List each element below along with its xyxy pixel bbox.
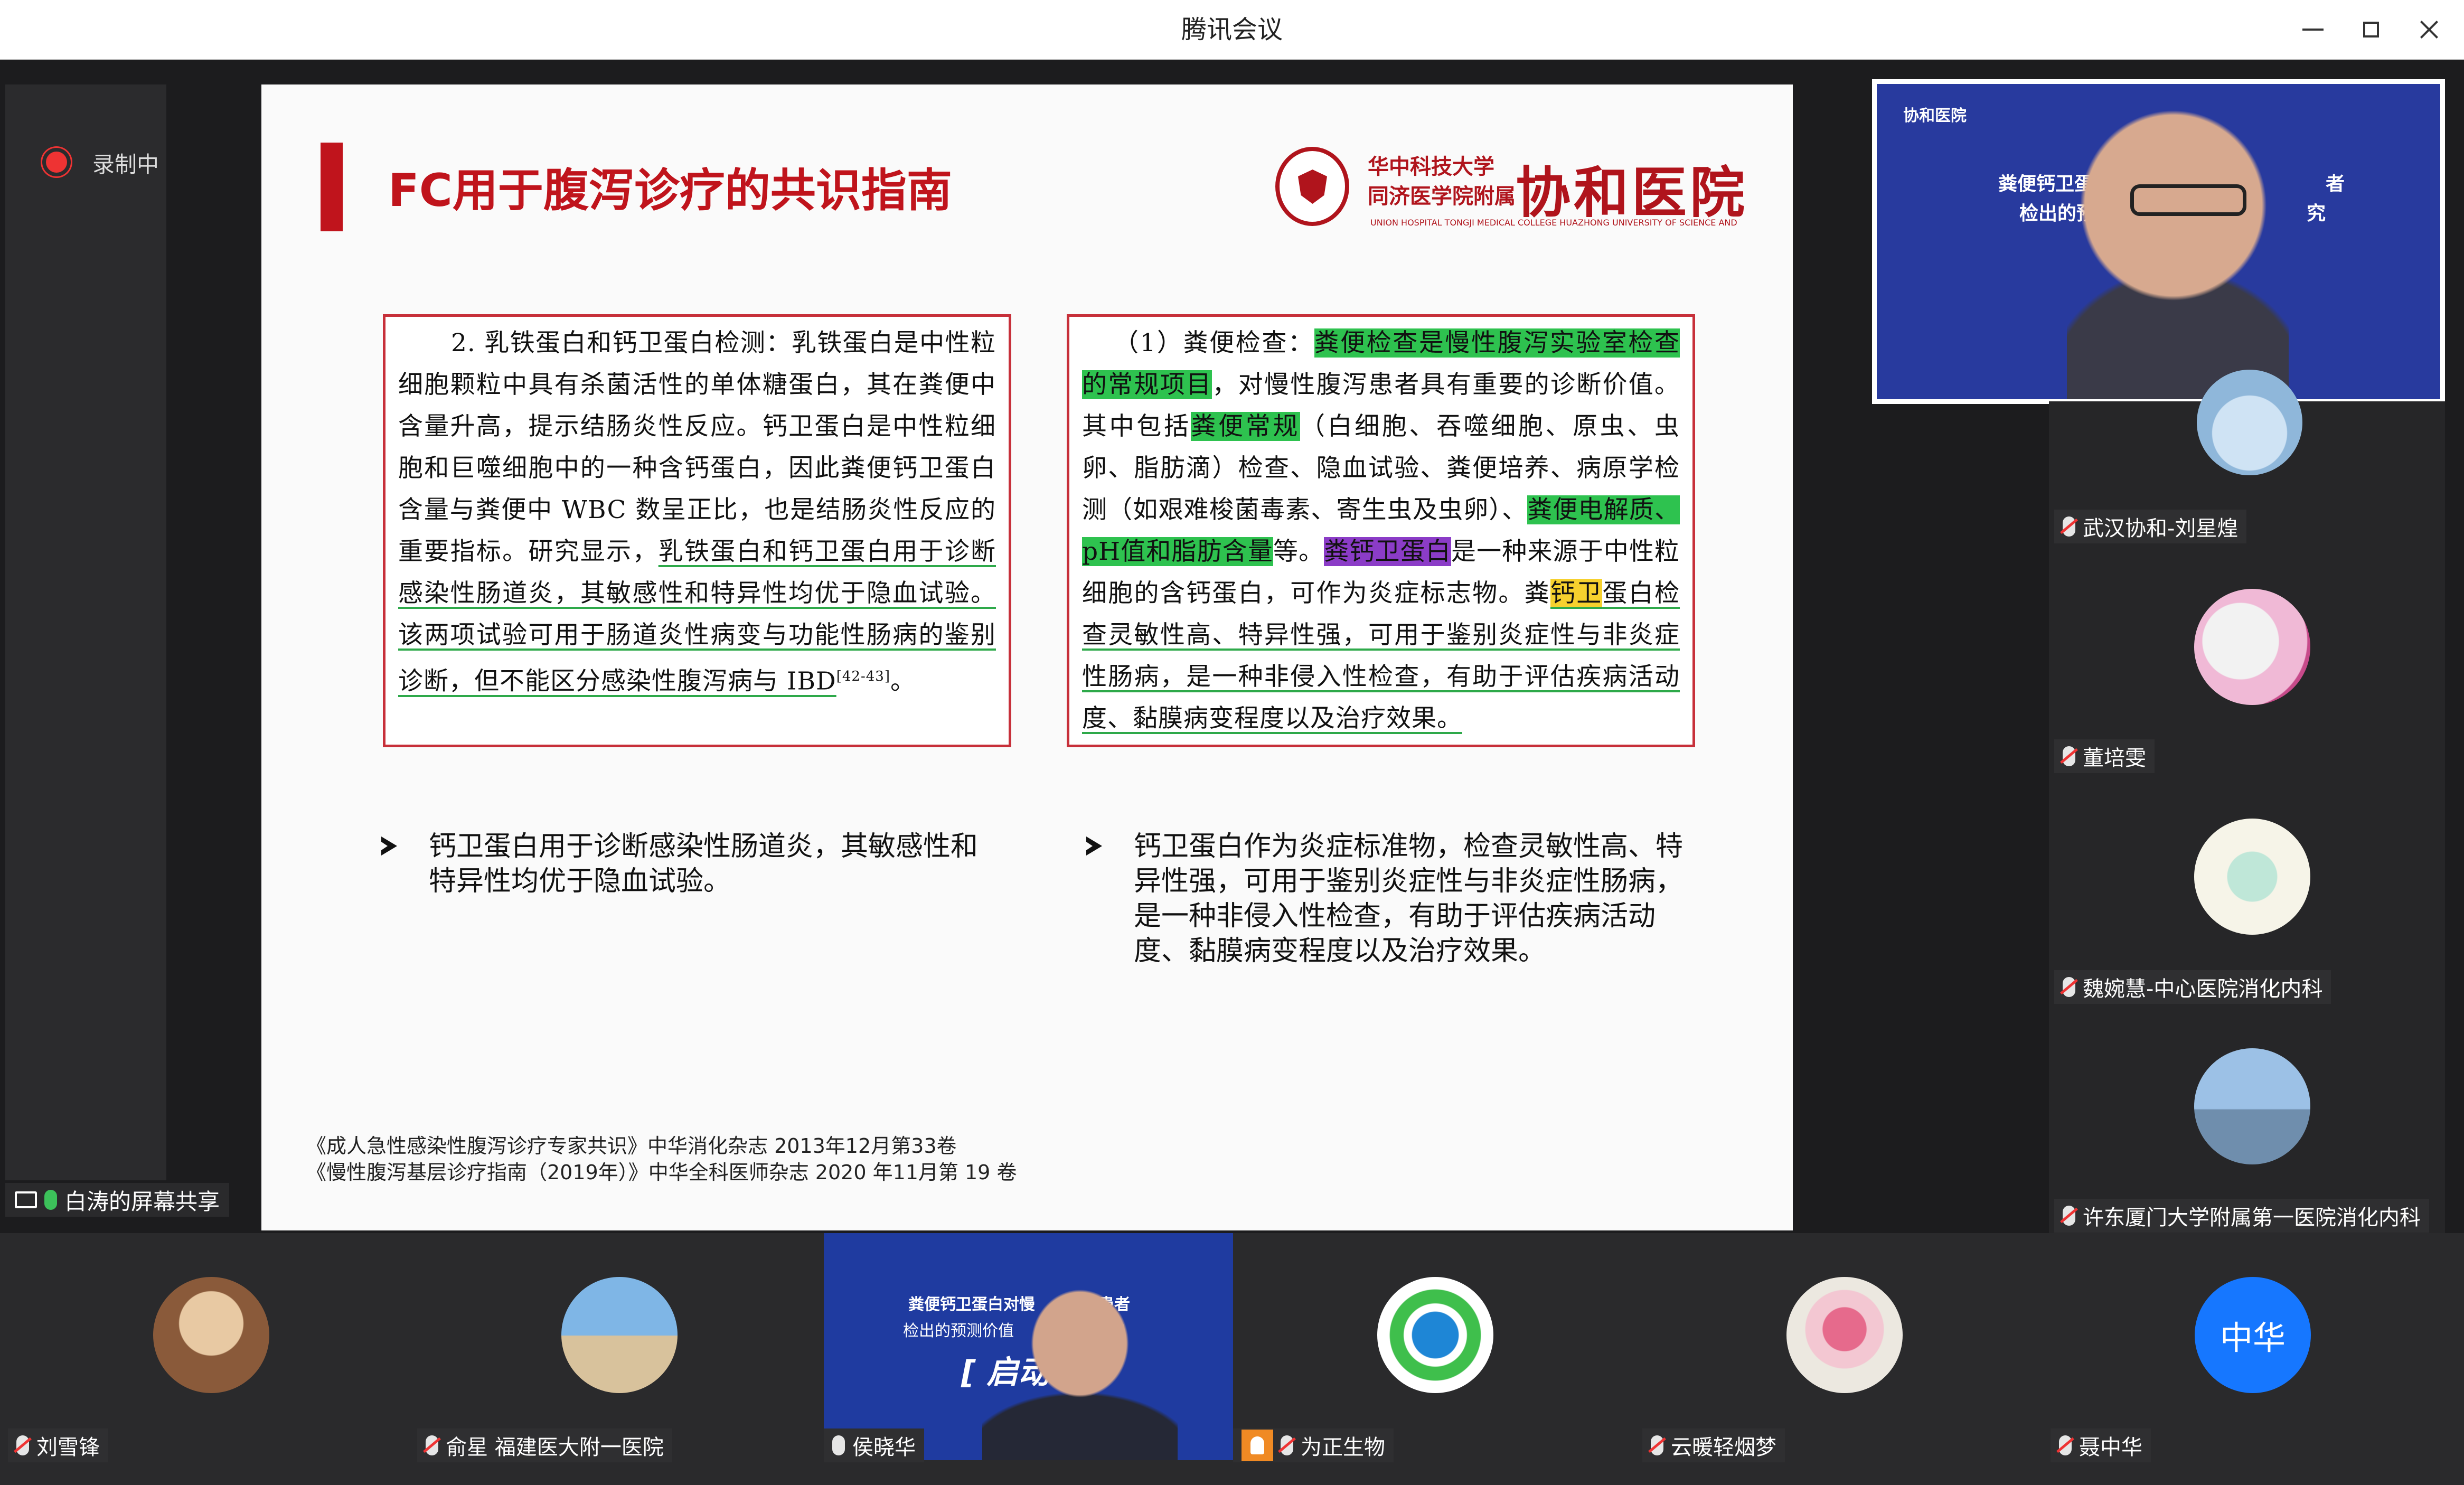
- participant-name: 聂中华: [2079, 1435, 2142, 1460]
- participant-name: 魏婉慧-中心医院消化内科: [2083, 977, 2323, 1001]
- hospital-name: 协和医院: [1516, 160, 1748, 225]
- participant-tag: 侯晓华: [824, 1428, 924, 1462]
- slide-title: FC用于腹泻诊疗的共识指南: [388, 164, 952, 217]
- participant-tag: 武汉协和-刘星煌: [2054, 510, 2247, 543]
- excerpt-box-left: 2. 乳铁蛋白和钙卫蛋白检测：乳铁蛋白是中性粒细胞颗粒中具有杀菌活性的单体糖蛋白…: [383, 314, 1011, 747]
- highlight-purple: 粪钙卫蛋白: [1324, 537, 1451, 566]
- user-icon: [1242, 1430, 1273, 1461]
- glasses-shape: [2130, 184, 2246, 216]
- participant-name: 俞星 福建医大附一医院: [446, 1435, 664, 1460]
- mic-muted-icon: [2063, 516, 2075, 537]
- maximize-button[interactable]: [2350, 11, 2392, 49]
- minimize-button[interactable]: [2292, 11, 2334, 49]
- arrow-bullet-icon: [1085, 835, 1106, 857]
- highlight-yellow: 钙卫: [1550, 579, 1603, 608]
- participant-tag: 云暖轻烟梦: [1642, 1428, 1785, 1462]
- window-title: 腾讯会议: [1181, 15, 1283, 44]
- minimize-icon: [2302, 29, 2324, 31]
- participant-avatar[interactable]: [1377, 1277, 1493, 1393]
- mic-muted-icon: [2063, 977, 2075, 997]
- excerpt-left-p1: 2. 乳铁蛋白和钙卫蛋白检测：乳铁蛋白是中性粒细胞颗粒中具有杀菌活性的单体糖蛋白…: [398, 328, 996, 566]
- bullet-right: 钙卫蛋白作为炎症标准物，检查灵敏性高、特异性强，可用于鉴别炎症性与非炎症性肠病，…: [1085, 829, 1708, 969]
- excerpt-left-end: 。: [890, 666, 916, 696]
- participant-name: 武汉协和-刘星煌: [2083, 516, 2239, 541]
- bullet-right-text: 钙卫蛋白作为炎症标准物，检查灵敏性高、特异性强，可用于鉴别炎症性与非炎症性肠病，…: [1134, 831, 1684, 967]
- presenter-person: [2067, 95, 2289, 399]
- mic-icon: [44, 1190, 57, 1210]
- participant-name: 董培雯: [2083, 746, 2146, 770]
- mic-muted-icon: [2063, 746, 2075, 766]
- bullet-left: 钙卫蛋白用于诊断感染性肠道炎，其敏感性和特异性均优于隐血试验。: [380, 829, 1003, 899]
- screen-share-text: 白涛的屏幕共享: [64, 1188, 220, 1215]
- mic-muted-icon: [1651, 1435, 1663, 1455]
- mic-muted-icon: [426, 1435, 438, 1455]
- participant-name: 许东厦门大学附属第一医院消化内科: [2083, 1206, 2421, 1230]
- participant-avatar[interactable]: [2197, 370, 2302, 475]
- screen-share-label: 白涛的屏幕共享: [5, 1183, 230, 1217]
- participant-avatar[interactable]: [561, 1277, 678, 1393]
- university-line1: 华中科技大学: [1368, 155, 1494, 179]
- title-accent-bar: [321, 143, 343, 231]
- highlight-green-2: 粪便常规: [1191, 412, 1300, 441]
- participant-name: 云暖轻烟梦: [1671, 1435, 1776, 1460]
- references: 《成人急性感染性腹泻诊疗专家共识》中华消化杂志 2013年12月第33卷 《慢性…: [306, 1133, 1017, 1186]
- participant-tag: 魏婉慧-中心医院消化内科: [2054, 970, 2331, 1004]
- participant-avatar[interactable]: [153, 1277, 269, 1393]
- mic-icon: [832, 1435, 845, 1455]
- participant-avatar[interactable]: 中华: [2195, 1277, 2311, 1393]
- mic-muted-icon: [2059, 1435, 2072, 1455]
- mic-muted-icon: [16, 1435, 29, 1455]
- participant-person: [982, 1281, 1178, 1460]
- participant-tag: 聂中华: [2051, 1428, 2151, 1462]
- university-line2: 同济医学院附属: [1368, 184, 1516, 209]
- recording-label[interactable]: 录制中: [92, 147, 159, 179]
- bullet-left-text: 钙卫蛋白用于诊断感染性肠道炎，其敏感性和特异性均优于隐血试验。: [429, 831, 979, 897]
- window-titlebar: 腾讯会议: [0, 0, 2464, 60]
- excerpt-right-lead: （1）粪便检查：: [1114, 328, 1314, 358]
- mic-muted-icon: [2063, 1206, 2075, 1226]
- excerpt-right-t3: 等。: [1273, 537, 1324, 566]
- close-icon: [2419, 19, 2440, 40]
- participant-tag: 刘雪锋: [8, 1428, 108, 1462]
- close-button[interactable]: [2408, 11, 2450, 49]
- participant-name: 为正生物: [1301, 1435, 1385, 1460]
- shared-screen: FC用于腹泻诊疗的共识指南 华中科技大学 同济医学院附属 协和医院 UNION …: [261, 84, 1793, 1230]
- hospital-english-name: UNION HOSPITAL TONGJI MEDICAL COLLEGE HU…: [1370, 218, 1740, 228]
- participant-name: 侯晓华: [852, 1435, 916, 1460]
- participant-avatar[interactable]: [2194, 589, 2310, 705]
- participant-name: 刘雪锋: [36, 1435, 100, 1460]
- participant-tag: 董培雯: [2054, 739, 2155, 773]
- excerpt-box-right: （1）粪便检查：粪便检查是慢性腹泻实验室检查的常规项目，对慢性腹泻患者具有重要的…: [1067, 314, 1695, 747]
- excerpt-left-text: 2. 乳铁蛋白和钙卫蛋白检测：乳铁蛋白是中性粒细胞颗粒中具有杀菌活性的单体糖蛋白…: [398, 322, 996, 702]
- reference-1: 《成人急性感染性腹泻诊疗专家共识》中华消化杂志 2013年12月第33卷: [306, 1134, 957, 1158]
- presenter-video[interactable]: 协和医院 粪便钙卫蛋者 检出的预究: [1872, 79, 2445, 404]
- excerpt-right-text: （1）粪便检查：粪便检查是慢性腹泻实验室检查的常规项目，对慢性腹泻患者具有重要的…: [1082, 322, 1680, 739]
- participant-avatar[interactable]: [2194, 1048, 2310, 1164]
- participant-video[interactable]: 粪便钙卫蛋白对慢患者 检出的预测价值究 [ 启动: [824, 1233, 1233, 1460]
- maximize-icon: [2363, 22, 2379, 37]
- screen-share-icon: [15, 1191, 37, 1208]
- avatar-initials: 中华: [2220, 1319, 2286, 1357]
- participant-avatar[interactable]: [1786, 1277, 1903, 1393]
- participant-tag: 为正生物: [1233, 1428, 1394, 1462]
- university-name: 华中科技大学 同济医学院附属: [1368, 152, 1516, 211]
- reference-2: 《慢性腹泻基层诊疗指南（2019年）》中华全科医师杂志 2020 年11月第 1…: [306, 1161, 1017, 1184]
- presenter-video-logo: 协和医院: [1903, 107, 1967, 125]
- participant-tag: 俞星 福建医大附一医院: [417, 1428, 672, 1462]
- mic-muted-icon: [1281, 1435, 1293, 1455]
- excerpt-left-ref: [42-43]: [836, 669, 890, 684]
- hospital-seal-logo: [1275, 147, 1349, 226]
- recording-icon[interactable]: [42, 148, 71, 176]
- arrow-bullet-icon: [380, 835, 401, 857]
- left-panel: 录制中: [5, 84, 166, 1180]
- participant-avatar[interactable]: [2194, 819, 2310, 935]
- participant-tag: 许东厦门大学附属第一医院消化内科: [2054, 1199, 2429, 1233]
